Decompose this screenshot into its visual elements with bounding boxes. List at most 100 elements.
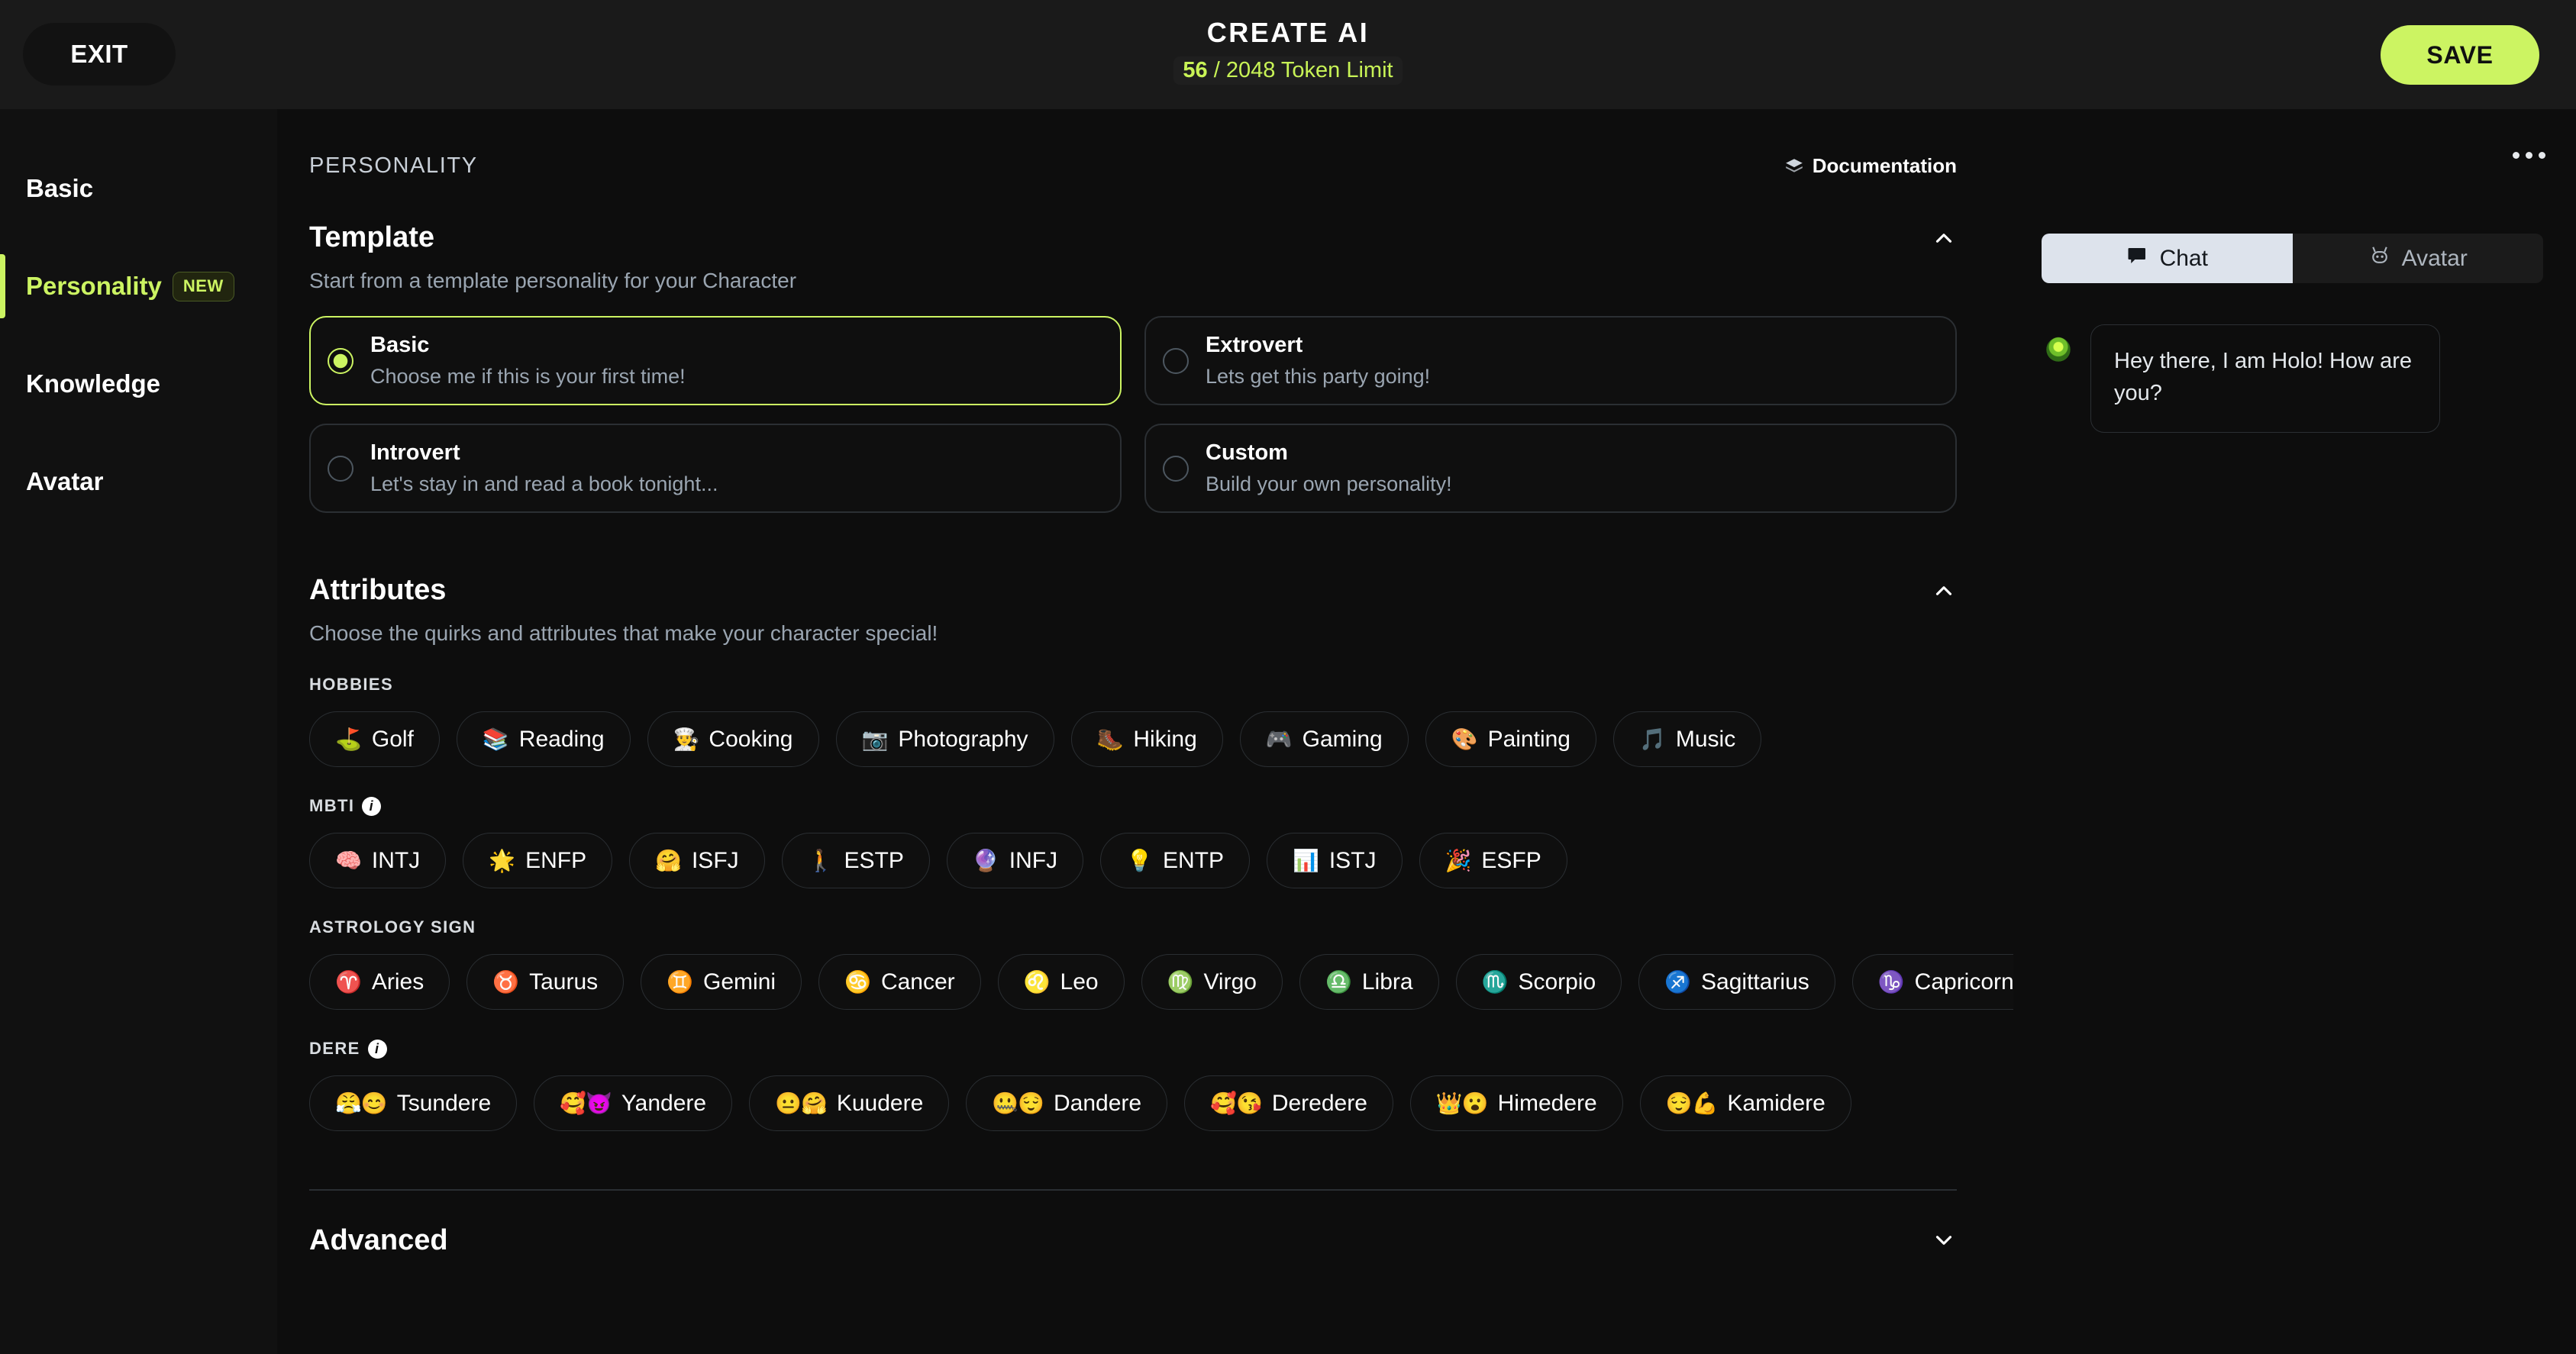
radio-icon[interactable] (1163, 456, 1189, 482)
chip-himedere[interactable]: 👑😮Himedere (1410, 1075, 1623, 1131)
chip-cooking[interactable]: 👨‍🍳Cooking (647, 711, 819, 767)
advanced-title: Advanced (309, 1224, 448, 1257)
chip-label: Dandere (1054, 1091, 1141, 1117)
tab-label: Chat (2160, 246, 2208, 272)
chip-kuudere[interactable]: 😐🤗Kuudere (749, 1075, 949, 1131)
radio-icon[interactable] (328, 456, 353, 482)
chip-reading[interactable]: 📚Reading (457, 711, 631, 767)
token-limit-badge: 56 / 2048 Token Limit (1173, 56, 1402, 85)
chip-emoji-icon: 👨‍🍳 (673, 729, 699, 750)
attributes-section-header[interactable]: Attributes (309, 574, 1981, 607)
chip-entp[interactable]: 💡ENTP (1100, 833, 1250, 888)
chat-bubble-icon (2126, 244, 2149, 273)
chip-label: Scorpio (1518, 969, 1596, 995)
group-label-text: HOBBIES (309, 675, 393, 695)
chip-estp[interactable]: 🚶ESTP (782, 833, 930, 888)
chip-emoji-icon: 🎮 (1266, 729, 1293, 750)
chip-istj[interactable]: 📊ISTJ (1267, 833, 1403, 888)
template-option-name: Basic (370, 333, 686, 358)
chip-emoji-icon: 📷 (862, 729, 889, 750)
chip-sagittarius[interactable]: ♐Sagittarius (1638, 954, 1835, 1010)
template-title: Template (309, 221, 434, 254)
template-options-grid: Basic Choose me if this is your first ti… (309, 316, 1981, 513)
chip-music[interactable]: 🎵Music (1613, 711, 1761, 767)
template-subtitle: Start from a template personality for yo… (309, 269, 1981, 293)
template-option-extrovert[interactable]: Extrovert Lets get this party going! (1144, 316, 1957, 405)
chip-painting[interactable]: 🎨Painting (1425, 711, 1596, 767)
chip-emoji-icon: ♋ (844, 972, 871, 993)
attribute-group-label: MBTIi (309, 796, 1981, 816)
chip-emoji-icon: ♌ (1024, 972, 1051, 993)
group-label-text: ASTROLOGY SIGN (309, 917, 476, 937)
chip-cancer[interactable]: ♋Cancer (818, 954, 981, 1010)
book-icon (1784, 156, 1804, 176)
chip-label: INTJ (372, 848, 420, 874)
chip-dandere[interactable]: 🤐😌 Dandere (966, 1075, 1167, 1131)
chip-isfj[interactable]: 🤗ISFJ (629, 833, 765, 888)
chip-yandere[interactable]: 🥰😈Yandere (534, 1075, 732, 1131)
chip-label: ISFJ (692, 848, 739, 874)
chevron-up-icon[interactable] (1931, 578, 1957, 604)
info-icon[interactable]: i (362, 797, 381, 816)
chat-message: Hey there, I am Holo! How are you? (2042, 324, 2440, 433)
chevron-up-icon[interactable] (1931, 225, 1957, 251)
chip-row: ⛳Golf 📚Reading 👨‍🍳Cooking 📷 Photography 🥾Hiki… (309, 711, 1981, 767)
chip-gaming[interactable]: 🎮Gaming (1240, 711, 1409, 767)
chevron-down-icon[interactable] (1931, 1227, 1957, 1253)
sidebar-item-knowledge[interactable]: Knowledge (0, 335, 277, 433)
chip-emoji-icon: 🥾 (1097, 729, 1124, 750)
chip-label: ISTJ (1329, 848, 1377, 874)
documentation-link[interactable]: Documentation (1784, 154, 1981, 178)
chip-emoji-icon: 🚶 (808, 850, 834, 872)
chip-emoji-icon: 🤐😌 (992, 1093, 1044, 1114)
save-button[interactable]: SAVE (2381, 25, 2539, 85)
chip-intj[interactable]: 🧠INTJ (309, 833, 446, 888)
advanced-section-header[interactable]: Advanced (309, 1191, 1981, 1257)
chip-kamidere[interactable]: 😌💪Kamidere (1640, 1075, 1851, 1131)
chip-esfp[interactable]: 🎉ESFP (1419, 833, 1567, 888)
avatar (2042, 333, 2075, 366)
radio-icon[interactable] (328, 348, 353, 374)
chip-taurus[interactable]: ♉Taurus (466, 954, 624, 1010)
chip-infj[interactable]: 🔮INFJ (947, 833, 1083, 888)
attribute-group-mbti: MBTIi 🧠INTJ 🌟ENFP 🤗ISFJ 🚶ESTP 🔮INFJ 💡ENTP 📊ISTJ… (309, 796, 1981, 888)
template-option-name: Introvert (370, 440, 718, 466)
template-option-desc: Lets get this party going! (1206, 365, 1430, 388)
chip-row: ♈Aries ♉Taurus ♊Gemini ♋Cancer ♌Leo ♍Virgo ♎Li… (309, 954, 1981, 1010)
chip-enfp[interactable]: 🌟ENFP (463, 833, 612, 888)
sidebar-item-personality[interactable]: Personality NEW (0, 237, 277, 335)
chip-photography[interactable]: 📷 Photography (836, 711, 1054, 767)
message-bubble: Hey there, I am Holo! How are you? (2090, 324, 2440, 433)
tab-avatar[interactable]: Avatar (2293, 234, 2544, 283)
chip-emoji-icon: 🎨 (1451, 729, 1478, 750)
chip-deredere[interactable]: 🥰😘Deredere (1184, 1075, 1393, 1131)
chip-tsundere[interactable]: 😤😊Tsundere (309, 1075, 517, 1131)
chip-capricorn[interactable]: ♑Capricorn (1852, 954, 2013, 1010)
chip-golf[interactable]: ⛳Golf (309, 711, 440, 767)
chip-hiking[interactable]: 🥾Hiking (1071, 711, 1223, 767)
sidebar-item-label: Avatar (26, 467, 104, 496)
template-option-basic[interactable]: Basic Choose me if this is your first ti… (309, 316, 1122, 405)
chip-gemini[interactable]: ♊Gemini (641, 954, 802, 1010)
info-icon[interactable]: i (368, 1040, 387, 1059)
chip-label: Capricorn (1915, 969, 2013, 995)
chip-libra[interactable]: ♎Libra (1299, 954, 1439, 1010)
chip-aries[interactable]: ♈Aries (309, 954, 450, 1010)
chip-label: Photography (898, 727, 1028, 753)
chip-scorpio[interactable]: ♏Scorpio (1456, 954, 1622, 1010)
radio-icon[interactable] (1163, 348, 1189, 374)
template-option-desc: Let's stay in and read a book tonight... (370, 472, 718, 496)
tab-chat[interactable]: Chat (2042, 234, 2293, 283)
token-limit-text: / 2048 Token Limit (1214, 58, 1393, 82)
chip-label: Gemini (703, 969, 776, 995)
sidebar-item-basic[interactable]: Basic (0, 140, 277, 237)
template-option-introvert[interactable]: Introvert Let's stay in and read a book … (309, 424, 1122, 513)
documentation-label: Documentation (1813, 154, 1957, 178)
chip-virgo[interactable]: ♍Virgo (1141, 954, 1283, 1010)
template-option-custom[interactable]: Custom Build your own personality! (1144, 424, 1957, 513)
more-options-icon[interactable] (2513, 152, 2545, 159)
template-section-header[interactable]: Template (309, 221, 1981, 254)
chip-leo[interactable]: ♌Leo (998, 954, 1125, 1010)
attribute-group-label: DEREi (309, 1039, 1981, 1059)
sidebar-item-avatar[interactable]: Avatar (0, 433, 277, 530)
